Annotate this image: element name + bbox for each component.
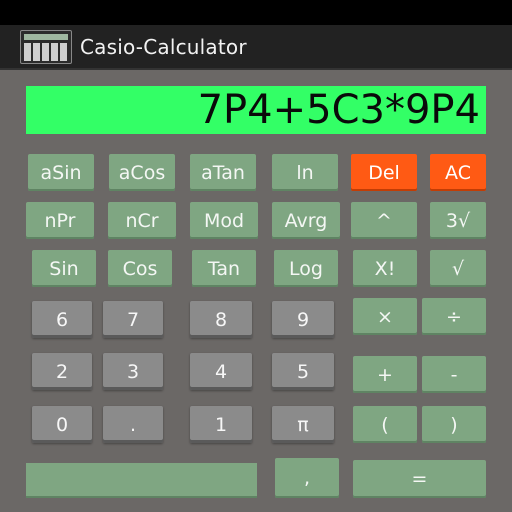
sin-button[interactable]: Sin (32, 250, 96, 287)
right-paren-button[interactable]: ) (422, 406, 486, 443)
left-paren-button[interactable]: ( (353, 406, 417, 443)
power-button[interactable]: ^ (351, 202, 417, 239)
digit-0-button[interactable]: 0 (32, 406, 92, 443)
asin-button[interactable]: aSin (28, 154, 94, 191)
digit-8-button[interactable]: 8 (190, 301, 252, 338)
expression-display: 7P4+5C3*9P4 (26, 86, 486, 134)
factorial-button[interactable]: X! (353, 250, 417, 287)
digit-6-button[interactable]: 6 (32, 301, 92, 338)
mod-button[interactable]: Mod (190, 202, 258, 239)
digit-9-button[interactable]: 9 (272, 301, 334, 338)
action-bar: Casio-Calculator (0, 25, 512, 70)
log-button[interactable]: Log (274, 250, 338, 287)
blank-wide-key[interactable] (26, 463, 257, 498)
plus-button[interactable]: + (353, 356, 417, 393)
digit-5-button[interactable]: 5 (272, 353, 334, 390)
digit-4-button[interactable]: 4 (190, 353, 252, 390)
minus-button[interactable]: - (422, 356, 486, 393)
cube-root-button[interactable]: 3√ (430, 202, 486, 239)
delete-button[interactable]: Del (351, 154, 417, 191)
atan-button[interactable]: aTan (190, 154, 256, 191)
all-clear-button[interactable]: AC (430, 154, 486, 191)
digit-7-button[interactable]: 7 (103, 301, 163, 338)
cos-button[interactable]: Cos (108, 250, 172, 287)
calculator-body: 7P4+5C3*9P4 aSin aCos aTan ln Del AC nPr… (0, 70, 512, 512)
app-title: Casio-Calculator (80, 34, 247, 59)
npr-button[interactable]: nPr (26, 202, 94, 239)
tan-button[interactable]: Tan (192, 250, 256, 287)
equals-button[interactable]: = (353, 460, 486, 498)
ncr-button[interactable]: nCr (108, 202, 176, 239)
comma-button[interactable]: , (275, 458, 339, 498)
multiply-button[interactable]: × (353, 298, 417, 335)
acos-button[interactable]: aCos (109, 154, 175, 191)
square-root-button[interactable]: √ (430, 250, 486, 287)
divide-button[interactable]: ÷ (422, 298, 486, 335)
decimal-point-button[interactable]: . (103, 406, 163, 443)
digit-2-button[interactable]: 2 (32, 353, 92, 390)
status-bar (0, 0, 512, 25)
digit-3-button[interactable]: 3 (103, 353, 163, 390)
ln-button[interactable]: ln (272, 154, 338, 191)
average-button[interactable]: Avrg (272, 202, 340, 239)
calculator-app-icon (20, 29, 72, 64)
digit-1-button[interactable]: 1 (190, 406, 252, 443)
pi-button[interactable]: π (272, 406, 334, 443)
